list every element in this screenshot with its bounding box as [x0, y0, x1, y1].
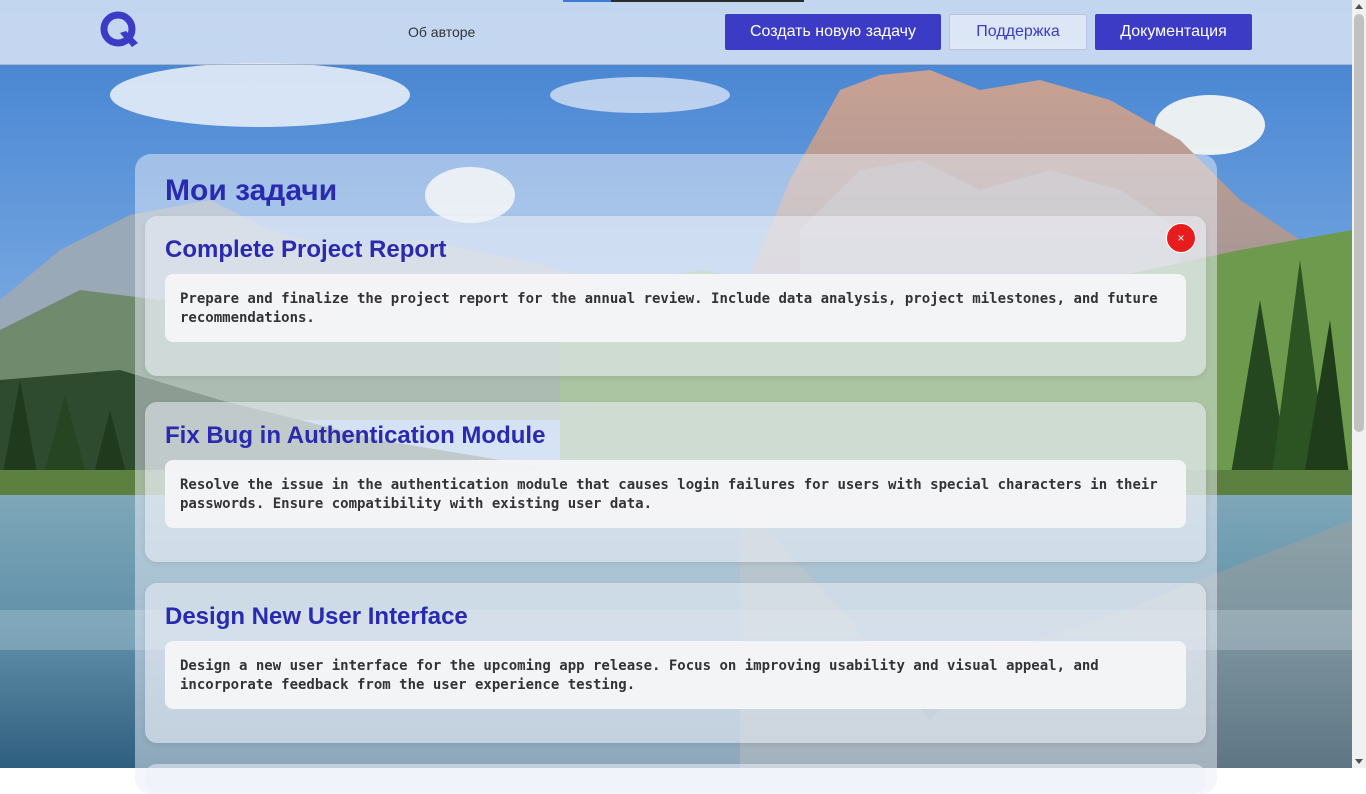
site-header: Об авторе Создать новую задачу Поддержка…	[0, 0, 1352, 65]
loading-progress-fill	[563, 0, 612, 2]
support-button[interactable]: Поддержка	[949, 14, 1087, 50]
close-icon[interactable]: ×	[1166, 223, 1196, 253]
documentation-button[interactable]: Документация	[1095, 14, 1252, 50]
create-task-button[interactable]: Создать новую задачу	[725, 14, 941, 50]
scrollbar-thumb[interactable]	[1354, 14, 1364, 432]
task-title: Design New User Interface	[165, 603, 468, 630]
scroll-down-arrow-icon[interactable]	[1355, 759, 1363, 764]
task-description: Design a new user interface for the upco…	[165, 641, 1186, 709]
task-card: Design New User Interface Design a new u…	[145, 583, 1206, 743]
task-card-partial	[145, 764, 1206, 794]
task-title: Complete Project Report	[165, 236, 447, 263]
page-title: Мои задачи	[165, 174, 338, 207]
page-scrollbar[interactable]	[1352, 0, 1366, 768]
task-title: Fix Bug in Authentication Module	[165, 422, 546, 449]
task-description: Resolve the issue in the authentication …	[165, 460, 1186, 528]
loading-progress-bar	[563, 0, 804, 2]
scroll-up-arrow-icon[interactable]	[1355, 4, 1363, 9]
task-card: Fix Bug in Authentication Module Resolve…	[145, 402, 1206, 562]
nav-about-link[interactable]: Об авторе	[408, 24, 475, 40]
task-card: Complete Project Report Prepare and fina…	[145, 216, 1206, 376]
task-description: Prepare and finalize the project report …	[165, 274, 1186, 342]
q-logo-icon[interactable]	[98, 9, 142, 53]
